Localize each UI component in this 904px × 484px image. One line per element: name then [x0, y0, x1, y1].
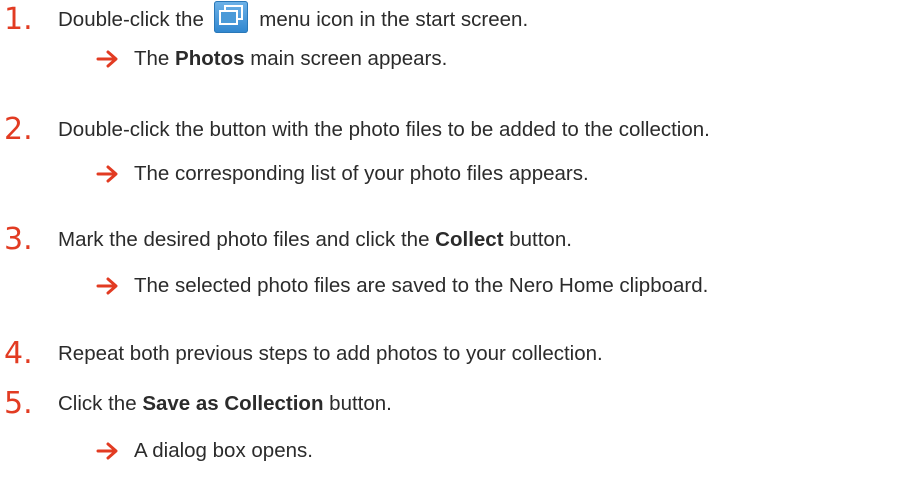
photos-menu-icon [213, 0, 248, 33]
step-text: Repeat both previous steps to add photos… [58, 342, 603, 365]
step-number: 1. [4, 2, 33, 37]
step-3-result: The selected photo files are saved to th… [96, 266, 708, 306]
arrow-right-icon [96, 277, 118, 295]
step-text-part: Click the [58, 392, 143, 415]
step-bold-text: Save as Collection [142, 392, 324, 415]
step-1-result: The Photos main screen appears. [96, 39, 447, 79]
arrow-right-icon [96, 165, 118, 183]
step-number: 2. [4, 112, 33, 147]
arrow-right-icon [96, 442, 118, 460]
step-2-result: The corresponding list of your photo fil… [96, 154, 589, 194]
result-text-part: The [134, 47, 176, 70]
result-text: The Photos main screen appears. [134, 47, 447, 71]
step-number: 5. [4, 386, 33, 421]
step-text: Double-click the menu icon in the start … [58, 0, 528, 40]
result-text-part: main screen appears. [244, 47, 448, 70]
step-5-result: A dialog box opens. [96, 431, 313, 471]
step-text: Click the Save as Collection button. [58, 384, 392, 424]
step-text-part: Double-click the [58, 8, 204, 31]
step-number: 3. [4, 222, 33, 257]
result-text: The corresponding list of your photo fil… [134, 162, 589, 185]
step-number: 4. [4, 336, 33, 371]
step-text-part: Mark the desired photo files and click t… [58, 228, 436, 251]
result-bold-text: Photos [175, 47, 245, 70]
step-text: Mark the desired photo files and click t… [58, 220, 572, 260]
result-text: A dialog box opens. [134, 439, 313, 462]
step-text-part: button. [323, 392, 392, 415]
arrow-right-icon [96, 50, 118, 68]
instruction-steps: 1. Double-click the menu icon in the sta… [0, 0, 904, 484]
step-bold-text: Collect [435, 228, 504, 251]
step-text-part: button. [503, 228, 572, 251]
step-text: Double-click the button with the photo f… [58, 118, 710, 141]
step-text-part: menu icon in the start screen. [253, 8, 529, 31]
result-text: The selected photo files are saved to th… [134, 274, 709, 297]
